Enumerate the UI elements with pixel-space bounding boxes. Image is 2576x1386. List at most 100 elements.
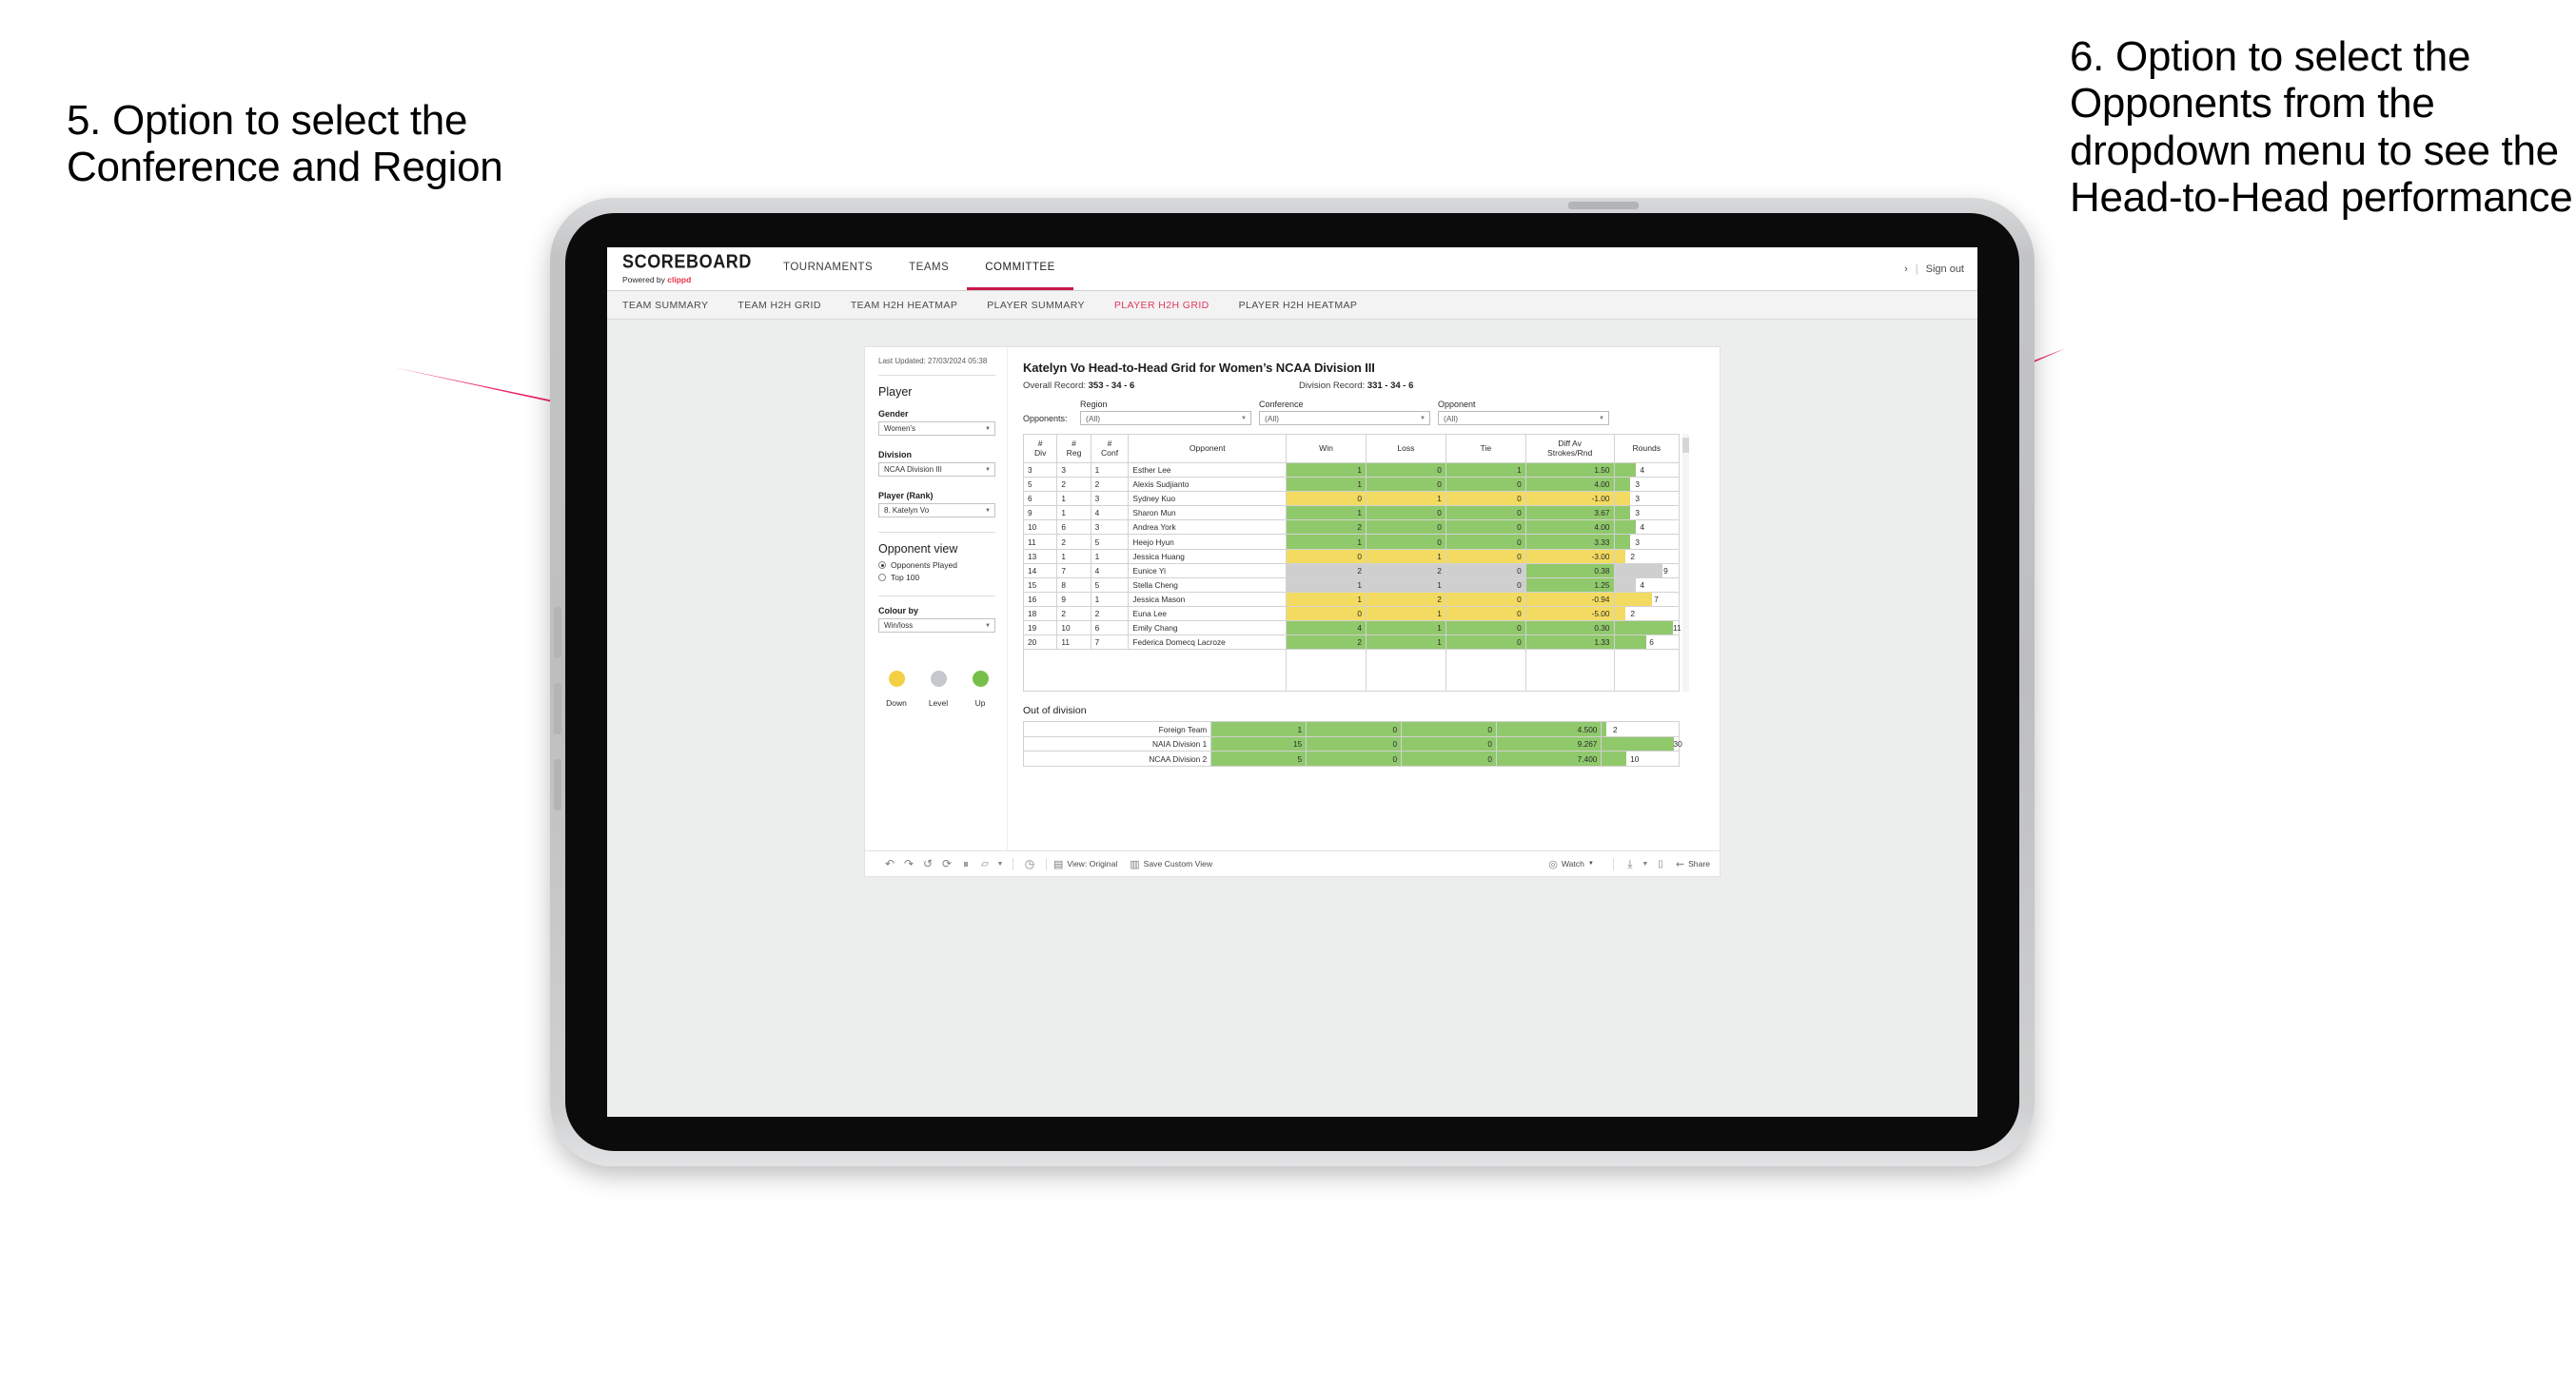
opponent-filters: Opponents: Region (All) ▼ Conference (Al… — [1023, 400, 1704, 425]
power-button[interactable] — [1568, 202, 1639, 209]
redo-icon[interactable]: ↷ — [899, 857, 918, 870]
view-original-button[interactable]: ▤ View: Original — [1053, 858, 1117, 870]
table-row[interactable]: 16 9 1 Jessica Mason 1 2 0 -0.94 7 — [1022, 591, 1680, 607]
table-row[interactable]: 15 8 5 Stella Cheng 1 1 0 1.25 4 — [1022, 576, 1680, 593]
topnav-committee[interactable]: COMMITTEE — [967, 247, 1073, 290]
chevron-down-icon: ▼ — [985, 425, 991, 432]
overall-record: Overall Record: 353 - 34 - 6 — [1023, 381, 1299, 391]
column-header[interactable]: Loss — [1365, 434, 1446, 463]
table-row[interactable]: NAIA Division 1 15 0 0 9.267 30 — [1022, 735, 1682, 752]
table-row[interactable]: 20 11 7 Federica Domecq Lacroze 2 1 0 1.33 6 — [1022, 634, 1680, 651]
subnav-player-summary[interactable]: PLAYER SUMMARY — [987, 300, 1105, 311]
column-header[interactable]: Tie — [1445, 434, 1526, 463]
table-row[interactable]: 3 3 1 Esther Lee 1 0 1 1.50 4 — [1022, 461, 1680, 478]
cell-conf-rank: 4 — [1090, 505, 1130, 521]
table-row[interactable]: 5 2 2 Alexis Sudjianto 1 0 0 4.00 3 — [1022, 477, 1680, 493]
sidebar-divider-1 — [878, 375, 995, 376]
chevron-down-icon: ▼ — [1599, 415, 1604, 421]
column-header[interactable]: # Div — [1022, 434, 1058, 463]
chevron-right-icon[interactable]: › — [1904, 264, 1908, 275]
table-row[interactable]: 13 1 1 Jessica Huang 0 1 0 -3.00 2 — [1022, 548, 1680, 564]
overall-record-value: 353 - 34 - 6 — [1088, 381, 1135, 391]
cell-opponent: Esther Lee — [1128, 461, 1288, 478]
download-icon[interactable]: ⤓ — [1621, 857, 1640, 871]
legend-down-swatch — [888, 671, 905, 687]
volume-up-button[interactable] — [554, 607, 561, 658]
download-dropdown-icon[interactable]: ▼ — [1640, 861, 1651, 868]
colour-legend: Down Level Up — [878, 671, 995, 708]
volume-down-button[interactable] — [554, 683, 561, 734]
cell-rounds-bar: 30 — [1601, 735, 1682, 752]
subnav-team-summary[interactable]: TEAM SUMMARY — [622, 300, 728, 311]
table-row[interactable]: 14 7 4 Eunice Yi 2 2 0 0.38 9 — [1022, 562, 1680, 578]
cell-tie: 0 — [1445, 591, 1526, 607]
clock-icon[interactable]: ◷ — [1020, 857, 1039, 870]
table-row[interactable]: Foreign Team 1 0 0 4.500 2 — [1022, 721, 1680, 737]
opponent-dropdown[interactable]: (All) ▼ — [1438, 411, 1609, 425]
sign-out-link[interactable]: Sign out — [1926, 264, 1964, 275]
subnav-player-h2h-grid[interactable]: PLAYER H2H GRID — [1114, 300, 1229, 311]
revert-icon[interactable]: ↺ — [918, 857, 937, 870]
chevron-down-icon: ▼ — [1241, 415, 1247, 421]
table-vertical-scrollbar[interactable] — [1682, 434, 1689, 693]
table-row[interactable]: NCAA Division 2 5 0 0 7.400 10 — [1022, 751, 1680, 767]
conference-dropdown[interactable]: (All) ▼ — [1259, 411, 1430, 425]
gender-dropdown[interactable]: Women’s ▼ — [878, 421, 995, 436]
brand-logo[interactable]: SCOREBOARD Powered by clippd — [607, 247, 765, 290]
watch-button[interactable]: ◎ Watch ▼ — [1548, 858, 1594, 870]
watch-label: Watch — [1561, 859, 1584, 869]
cell-rounds-bar: 3 — [1613, 505, 1680, 521]
table-row[interactable]: 18 2 2 Euna Lee 0 1 0 -5.00 2 — [1022, 605, 1680, 622]
column-header[interactable]: Opponent — [1128, 434, 1288, 463]
highlight-icon[interactable]: ▱ — [975, 859, 994, 869]
cell-conf-rank: 5 — [1090, 534, 1130, 550]
column-header[interactable]: # Reg — [1056, 434, 1091, 463]
column-header[interactable]: Win — [1286, 434, 1367, 463]
cell-conf-rank: 1 — [1090, 548, 1130, 564]
pause-icon[interactable]: ⏸ — [956, 857, 975, 871]
table-row[interactable]: 11 2 5 Heejo Hyun 1 0 0 3.33 3 — [1022, 534, 1680, 550]
cell-tie: 0 — [1445, 634, 1526, 651]
column-header[interactable]: Rounds — [1613, 434, 1680, 463]
column-header[interactable]: # Conf — [1090, 434, 1130, 463]
player-rank-dropdown[interactable]: 8. Katelyn Vo ▼ — [878, 503, 995, 517]
subnav-team-h2h-grid[interactable]: TEAM H2H GRID — [737, 300, 840, 311]
subnav-team-h2h-heatmap[interactable]: TEAM H2H HEATMAP — [851, 300, 977, 311]
table-row[interactable]: 6 1 3 Sydney Kuo 0 1 0 -1.00 3 — [1022, 491, 1680, 507]
share-button[interactable]: ⇜ Share — [1676, 858, 1710, 870]
table-row[interactable]: 9 1 4 Sharon Mun 1 0 0 3.67 3 — [1022, 505, 1680, 521]
table-row[interactable]: 19 10 6 Emily Chang 4 1 0 0.30 11 — [1022, 620, 1681, 636]
table-row[interactable]: 10 6 3 Andrea York 2 0 0 4.00 4 — [1022, 519, 1680, 536]
radio-top-100[interactable]: Top 100 — [878, 573, 995, 582]
refresh-icon[interactable]: ⟳ — [937, 857, 956, 870]
subnav-player-h2h-heatmap[interactable]: PLAYER H2H HEATMAP — [1239, 300, 1378, 311]
side-button[interactable] — [554, 759, 561, 810]
sidebar-divider-2 — [878, 532, 995, 533]
topnav-teams[interactable]: TEAMS — [891, 247, 967, 290]
cell-win: 4 — [1286, 620, 1367, 636]
radio-opponents-played[interactable]: Opponents Played — [878, 560, 995, 570]
radio-on-icon — [878, 561, 886, 569]
topnav-tournaments[interactable]: TOURNAMENTS — [765, 247, 891, 290]
colour-by-dropdown[interactable]: Win/loss ▼ — [878, 618, 995, 633]
cell-opponent: Federica Domecq Lacroze — [1128, 634, 1288, 651]
device-preview-icon[interactable]: ▯ — [1651, 859, 1670, 869]
cell-reg-rank: 9 — [1056, 591, 1091, 607]
cell-win: 5 — [1210, 751, 1308, 767]
cell-reg-rank: 1 — [1056, 505, 1091, 521]
cell-diff: 1.33 — [1524, 634, 1615, 651]
region-dropdown[interactable]: (All) ▼ — [1080, 411, 1251, 425]
out-of-division-body: Foreign Team 1 0 0 4.500 2 NAIA Division 1 15 0 0… — [1022, 721, 1682, 767]
scrollbar-thumb[interactable] — [1682, 438, 1689, 453]
player-section-heading: Player — [878, 385, 913, 399]
cell-tie: 0 — [1445, 548, 1526, 564]
division-dropdown[interactable]: NCAA Division III ▼ — [878, 462, 995, 477]
cell-reg-rank: 2 — [1056, 477, 1091, 493]
cell-loss: 2 — [1365, 562, 1446, 578]
column-header[interactable]: Diff Av Strokes/Rnd — [1524, 434, 1615, 463]
undo-icon[interactable]: ↶ — [880, 857, 899, 870]
cell-conf-rank: 4 — [1090, 562, 1130, 578]
save-custom-view-button[interactable]: ▥ Save Custom View — [1130, 858, 1212, 870]
cell-diff: 0.38 — [1524, 562, 1615, 578]
highlight-dropdown-icon[interactable]: ▼ — [994, 861, 1006, 868]
